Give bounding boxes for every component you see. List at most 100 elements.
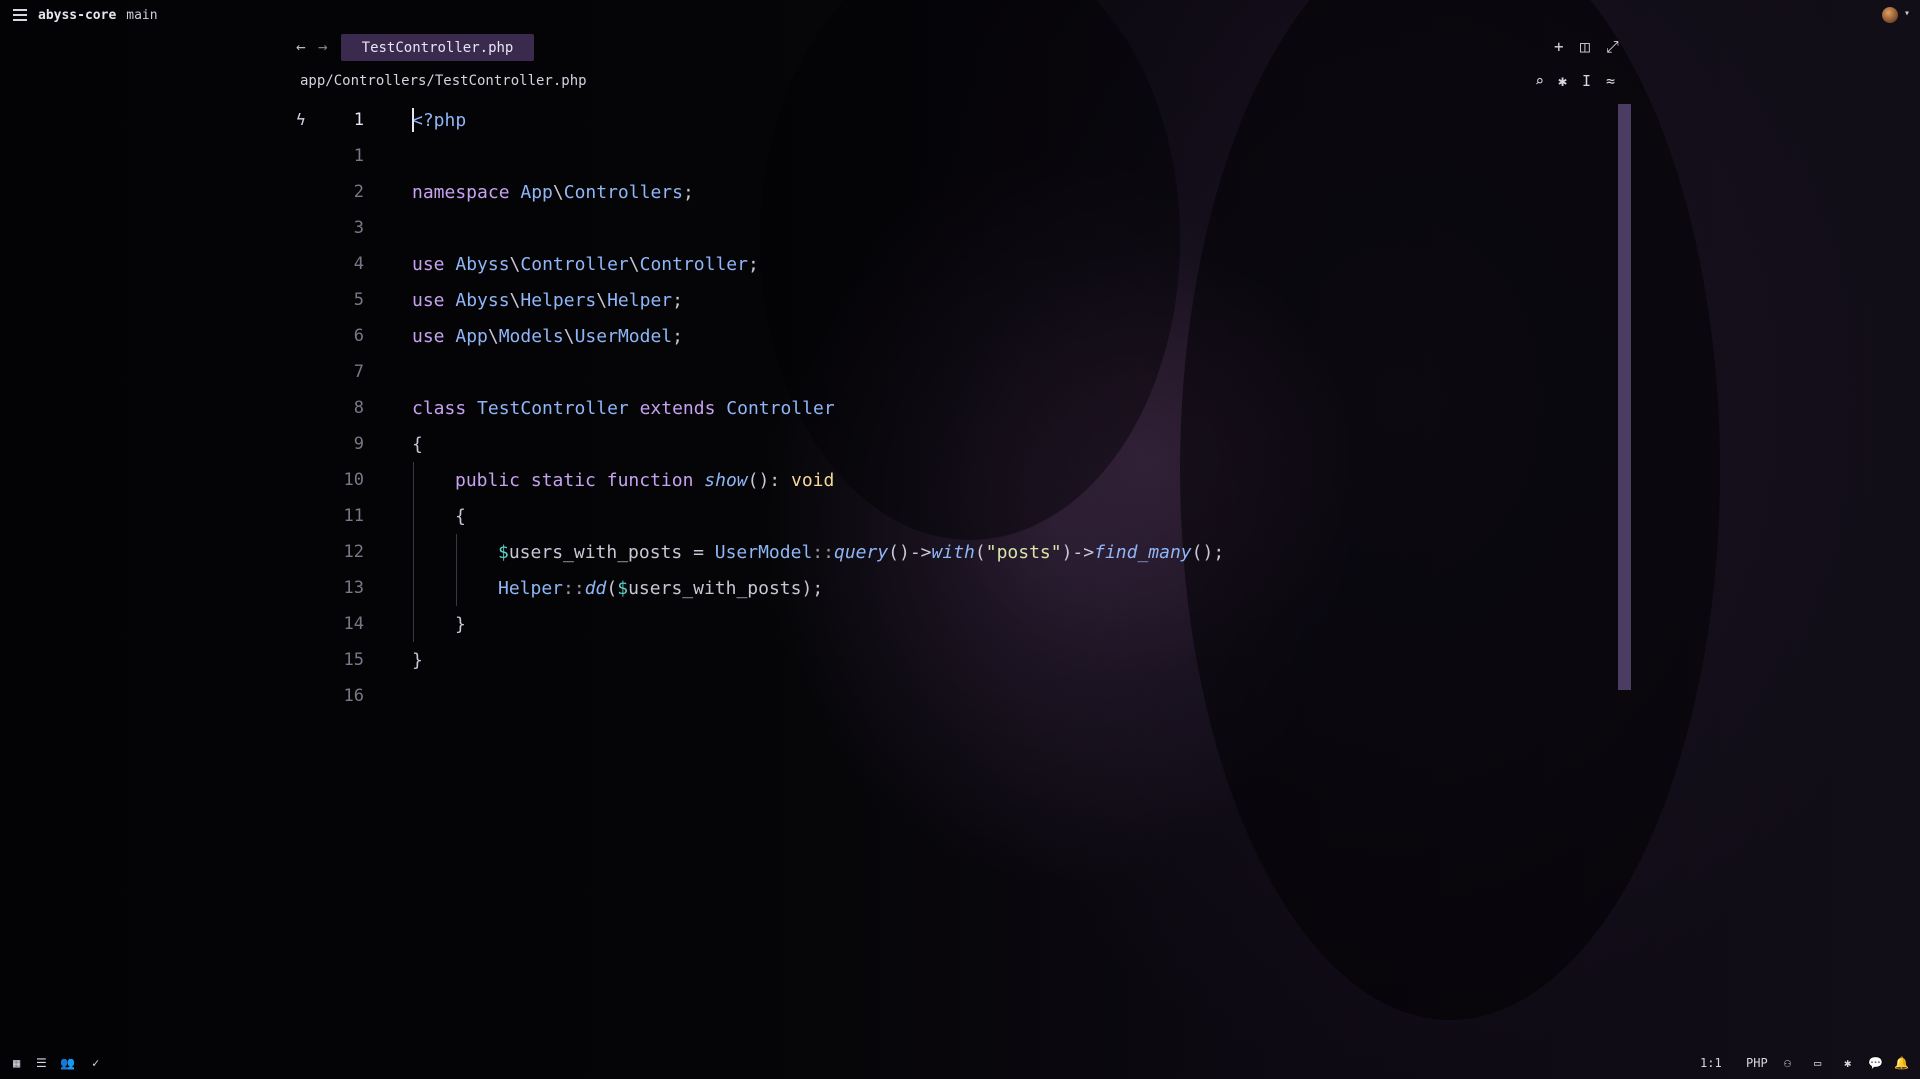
code-line[interactable]: 4 use Abyss\Controller\Controller; — [0, 246, 1600, 282]
terminal-icon[interactable]: ▭ — [1814, 1056, 1821, 1070]
separator: \ — [563, 325, 575, 347]
semicolon: ; — [672, 325, 683, 347]
project-name[interactable]: abyss-core — [38, 8, 116, 23]
chevron-down-icon[interactable]: ▾ — [1904, 8, 1910, 19]
tab-testcontroller[interactable]: TestController.php — [341, 34, 534, 61]
keyword: static — [520, 469, 596, 491]
separator: \ — [628, 253, 640, 275]
editor-scrollbar[interactable] — [1618, 104, 1631, 690]
parens: (): — [747, 469, 781, 491]
variable-sigil: $ — [617, 577, 629, 599]
line-number: 7 — [353, 362, 364, 382]
text-cursor-icon[interactable]: I — [1582, 72, 1591, 90]
code-line[interactable]: 8 class TestController extends Controlle… — [0, 390, 1600, 426]
check-icon[interactable]: ✓ — [92, 1056, 99, 1070]
semicolon: ; — [747, 253, 759, 275]
code-line[interactable]: 2 namespace App\Controllers; — [0, 174, 1600, 210]
keyword: extends — [628, 397, 716, 419]
function-name: query — [833, 541, 889, 563]
line-number: 5 — [353, 290, 364, 310]
line-number: 10 — [343, 470, 364, 490]
chat-icon[interactable]: 💬 — [1868, 1056, 1883, 1070]
language-mode[interactable]: PHP — [1746, 1056, 1768, 1070]
sparkle-icon[interactable]: ✱ — [1558, 72, 1567, 90]
search-icon[interactable]: ⌕ — [1535, 72, 1544, 90]
hamburger-icon[interactable] — [13, 9, 27, 21]
plus-icon[interactable]: + — [1554, 37, 1564, 56]
variable-sigil: $ — [498, 541, 509, 563]
line-number: 8 — [353, 398, 364, 418]
function-name: with — [931, 541, 975, 563]
cursor-position[interactable]: 1:1 — [1700, 1056, 1722, 1070]
bell-icon[interactable]: 🔔 — [1894, 1056, 1909, 1070]
class-name: UserModel — [574, 325, 673, 347]
line-number: 16 — [343, 686, 364, 706]
code-line[interactable]: 14 } — [0, 606, 1600, 642]
keyword: class — [412, 397, 467, 419]
line-number: 2 — [353, 182, 364, 202]
code-line[interactable]: 1 <?php — [0, 102, 1600, 138]
avatar[interactable] — [1882, 7, 1898, 23]
namespace-part: Controller — [520, 253, 629, 275]
line-number: 15 — [343, 650, 364, 670]
line-number: 1 — [353, 146, 364, 166]
users-icon[interactable]: 👥 — [60, 1056, 75, 1070]
breadcrumb[interactable]: app/Controllers/TestController.php — [300, 73, 587, 89]
call-chain: ()-> — [888, 541, 932, 563]
outline-icon[interactable]: ☰ — [36, 1056, 47, 1070]
variable-name: users_with_posts — [508, 541, 683, 563]
class-name: Controller — [715, 397, 835, 419]
paren: (); — [1191, 541, 1225, 563]
code-line[interactable]: 9 { — [0, 426, 1600, 462]
code-line[interactable]: 12 $users_with_posts = UserModel::query(… — [0, 534, 1600, 570]
namespace-part: Controllers — [563, 181, 683, 203]
semicolon: ; — [672, 289, 683, 311]
class-name: Helper — [498, 577, 564, 599]
namespace-part: App — [444, 325, 488, 347]
namespace-part: Abyss — [444, 253, 510, 275]
code-line[interactable]: 5 use Abyss\Helpers\Helper; — [0, 282, 1600, 318]
maximize-icon[interactable]: ⤢ — [1606, 37, 1619, 57]
branch-name[interactable]: main — [126, 8, 157, 23]
code-line[interactable]: 7 — [0, 354, 1600, 390]
scope-operator: :: — [812, 541, 834, 563]
operator: = — [682, 541, 715, 563]
text-cursor — [412, 108, 414, 132]
code-line[interactable]: 3 — [0, 210, 1600, 246]
code-line[interactable]: 1 — [0, 138, 1600, 174]
sliders-icon[interactable]: ≈ — [1606, 72, 1615, 90]
line-number: 14 — [343, 614, 364, 634]
code-line[interactable]: 6 use App\Models\UserModel; — [0, 318, 1600, 354]
sparkle-icon[interactable]: ✱ — [1844, 1056, 1851, 1070]
line-number: 13 — [343, 578, 364, 598]
keyword: namespace — [412, 181, 510, 203]
function-name: dd — [584, 577, 607, 599]
brace: { — [455, 505, 466, 527]
string-literal: "posts" — [985, 541, 1062, 563]
code-line[interactable]: 13 Helper::dd($users_with_posts); — [0, 570, 1600, 606]
keyword: function — [595, 469, 694, 491]
class-name: Controller — [639, 253, 748, 275]
class-name: TestController — [466, 397, 629, 419]
separator: \ — [552, 181, 564, 203]
variable-name: users_with_posts — [628, 577, 802, 599]
code-line[interactable]: 11 { — [0, 498, 1600, 534]
code-line[interactable]: 15 } — [0, 642, 1600, 678]
paren: ); — [801, 577, 824, 599]
line-number: 12 — [343, 542, 364, 562]
line-number: 6 — [353, 326, 364, 346]
arrow-right-icon[interactable]: → — [318, 37, 328, 56]
copilot-icon[interactable]: ⚇ — [1784, 1056, 1791, 1070]
call-chain: )-> — [1061, 541, 1095, 563]
code-line[interactable]: 10 public static function show(): void — [0, 462, 1600, 498]
class-name: UserModel — [714, 541, 813, 563]
panel-icon[interactable]: ▦ — [13, 1056, 20, 1070]
arrow-left-icon[interactable]: ← — [296, 37, 306, 56]
separator: \ — [509, 289, 521, 311]
code-line[interactable]: 16 — [0, 678, 1600, 714]
title-bar: abyss-core main ▾ — [0, 0, 1920, 30]
namespace-part: Helpers — [520, 289, 597, 311]
tab-row: ← → TestController.php + ◫ ⤢ — [0, 34, 1920, 62]
split-pane-icon[interactable]: ◫ — [1580, 37, 1590, 56]
line-number: 4 — [353, 254, 364, 274]
